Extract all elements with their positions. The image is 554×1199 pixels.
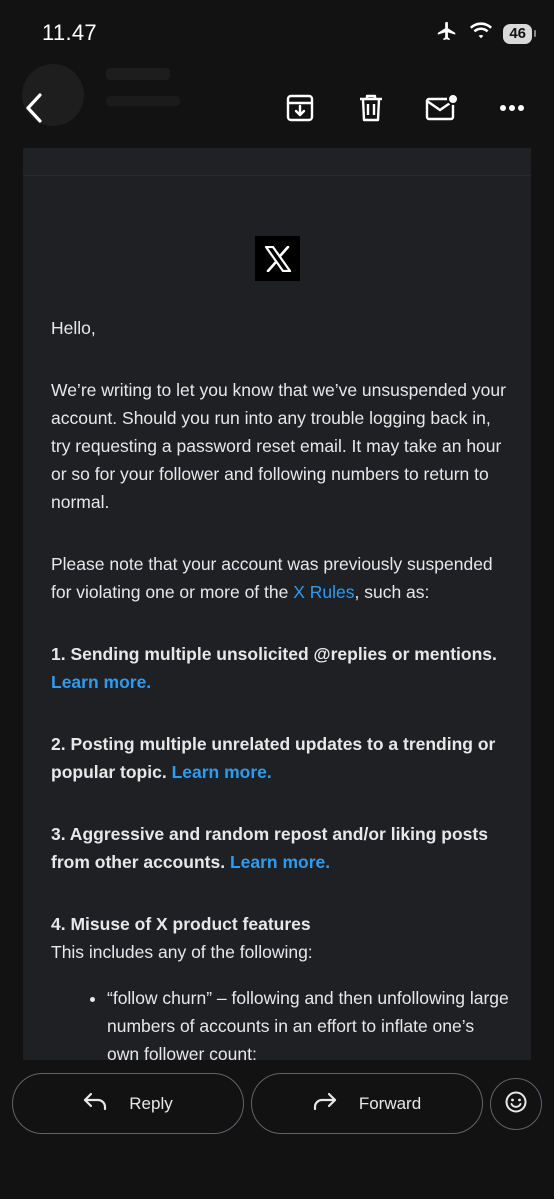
email-toolbar — [0, 60, 554, 148]
airplane-icon — [435, 20, 459, 47]
rule-item: 4. Misuse of X product features This inc… — [51, 910, 511, 966]
status-icons: 46 — [435, 20, 536, 47]
email-body-container: Hello, We’re writing to let you know tha… — [23, 175, 531, 1060]
forward-label: Forward — [358, 1093, 422, 1113]
learn-more-link[interactable]: Learn more. — [230, 852, 330, 872]
battery-icon: 46 — [503, 23, 536, 44]
reply-label: Reply — [129, 1093, 173, 1113]
email-text: Hello, We’re writing to let you know tha… — [51, 314, 511, 1060]
paragraph-unsuspended: We’re writing to let you know that we’ve… — [51, 380, 506, 512]
paragraph-rules: Please note that your account was previo… — [51, 550, 511, 606]
reply-icon — [83, 1092, 107, 1115]
rule-text: 1. Sending multiple unsolicited @replies… — [51, 644, 497, 664]
smiley-icon — [504, 1090, 528, 1119]
misuse-list: “follow churn” – following and then unfo… — [51, 984, 511, 1060]
x-logo-mark — [264, 245, 291, 272]
learn-more-link[interactable]: Learn more. — [172, 762, 272, 782]
archive-icon — [285, 93, 315, 123]
wifi-icon — [469, 21, 493, 46]
archive-button[interactable] — [280, 88, 320, 128]
forward-icon — [313, 1092, 337, 1115]
greeting: Hello, — [51, 318, 96, 338]
sender-name-placeholder — [106, 68, 170, 80]
forward-button[interactable]: Forward — [251, 1073, 483, 1134]
rule-item: 1. Sending multiple unsolicited @replies… — [51, 640, 511, 696]
reply-button[interactable]: Reply — [12, 1073, 244, 1134]
mark-unread-icon — [424, 93, 458, 123]
trash-icon — [357, 93, 385, 123]
back-button[interactable] — [14, 88, 54, 128]
rule-text: 2. Posting multiple unrelated updates to… — [51, 734, 496, 782]
x-rules-link[interactable]: X Rules — [293, 582, 354, 602]
mark-unread-button[interactable] — [421, 88, 461, 128]
list-item: “follow churn” – following and then unfo… — [107, 984, 511, 1060]
rule-item: 3. Aggressive and random repost and/or l… — [51, 820, 511, 876]
email-content: Hello, We’re writing to let you know tha… — [23, 148, 531, 1060]
bottom-action-bar: Reply Forward — [0, 1060, 554, 1199]
x-logo — [255, 236, 300, 281]
back-arrow-icon — [23, 92, 45, 124]
rule-heading: 4. Misuse of X product features — [51, 914, 311, 934]
more-icon — [499, 104, 525, 112]
sender-meta-placeholder — [106, 96, 180, 106]
status-time: 11.47 — [42, 20, 97, 45]
delete-button[interactable] — [351, 88, 391, 128]
rule-intro: This includes any of the following: — [51, 942, 313, 962]
emoji-reaction-button[interactable] — [490, 1078, 542, 1130]
learn-more-link[interactable]: Learn more. — [51, 672, 151, 692]
rule-item: 2. Posting multiple unrelated updates to… — [51, 730, 511, 786]
more-options-button[interactable] — [492, 88, 532, 128]
status-bar: 11.47 46 — [0, 0, 554, 60]
paragraph-rules-tail: , such as: — [354, 582, 430, 602]
